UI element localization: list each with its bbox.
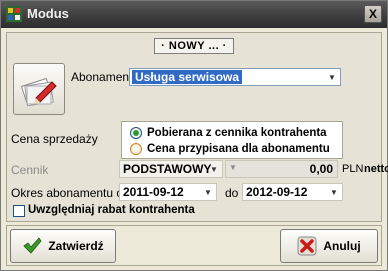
abonament-value: Usługa serwisowa [132, 70, 243, 84]
radio-label: Pobierana z cennika kontrahenta [147, 127, 327, 139]
currency-label: PLN [342, 163, 364, 175]
cancel-label: Anuluj [323, 239, 361, 253]
dialog-window: Modus X · NOWY ... · Abonament Usługa se [0, 0, 388, 271]
date-from-field[interactable]: 2011-09-12 ▼ [119, 183, 217, 201]
cancel-button[interactable]: Anuluj [280, 229, 378, 263]
close-button[interactable]: X [364, 5, 382, 23]
abonament-label: Abonament [71, 70, 133, 84]
checkmark-icon [23, 237, 42, 254]
app-icon [6, 6, 22, 22]
do-label: do [225, 186, 239, 200]
rabat-checkbox[interactable] [13, 205, 25, 217]
cennik-label: Cennik [11, 163, 49, 177]
close-icon: X [368, 7, 377, 21]
confirm-button[interactable]: Zatwierdź [10, 229, 116, 263]
price-source-group: Pobierana z cennika kontrahenta Cena prz… [121, 121, 343, 159]
okres-label: Okres abonamentu od [11, 186, 130, 200]
chevron-down-icon[interactable]: ▼ [229, 163, 237, 172]
mode-indicator[interactable]: · NOWY ... · [154, 38, 234, 54]
date-from-value: 2011-09-12 [123, 185, 184, 199]
amount-field[interactable]: ▼ 0,00 [225, 160, 338, 178]
confirm-label: Zatwierdź [48, 239, 104, 253]
radio-option-abonament[interactable]: Cena przypisana dla abonamentu [130, 141, 330, 157]
radio-button[interactable] [130, 143, 142, 155]
radio-label: Cena przypisana dla abonamentu [147, 143, 330, 155]
netto-label: netto [364, 163, 388, 175]
cennik-value: PODSTAWOWY [123, 162, 212, 176]
chevron-down-icon[interactable]: ▼ [207, 162, 221, 176]
subscription-action-button[interactable] [13, 63, 65, 115]
date-to-value: 2012-09-12 [246, 185, 308, 199]
date-to-field[interactable]: 2012-09-12 ▼ [242, 183, 343, 201]
form-panel: · NOWY ... · Abonament Usługa serwisowa … [6, 32, 388, 222]
radio-option-cennik[interactable]: Pobierana z cennika kontrahenta [130, 125, 327, 141]
cena-label: Cena sprzedaży [11, 132, 98, 146]
cross-icon [297, 236, 317, 256]
chevron-down-icon[interactable]: ▼ [325, 70, 339, 84]
rabat-label: Uwzględniaj rabat kontrahenta [28, 204, 195, 216]
chevron-down-icon[interactable]: ▼ [201, 185, 215, 199]
document-pen-icon [20, 77, 57, 107]
chevron-down-icon[interactable]: ▼ [327, 185, 341, 199]
abonament-select[interactable]: Usługa serwisowa ▼ [129, 68, 341, 86]
cennik-select[interactable]: PODSTAWOWY ▼ [119, 160, 223, 178]
radio-button-checked[interactable] [130, 127, 142, 139]
dialog-body: · NOWY ... · Abonament Usługa serwisowa … [4, 30, 388, 268]
window-title: Modus [27, 6, 69, 21]
title-bar[interactable]: Modus X [1, 1, 387, 28]
amount-value: 0,00 [309, 162, 333, 176]
